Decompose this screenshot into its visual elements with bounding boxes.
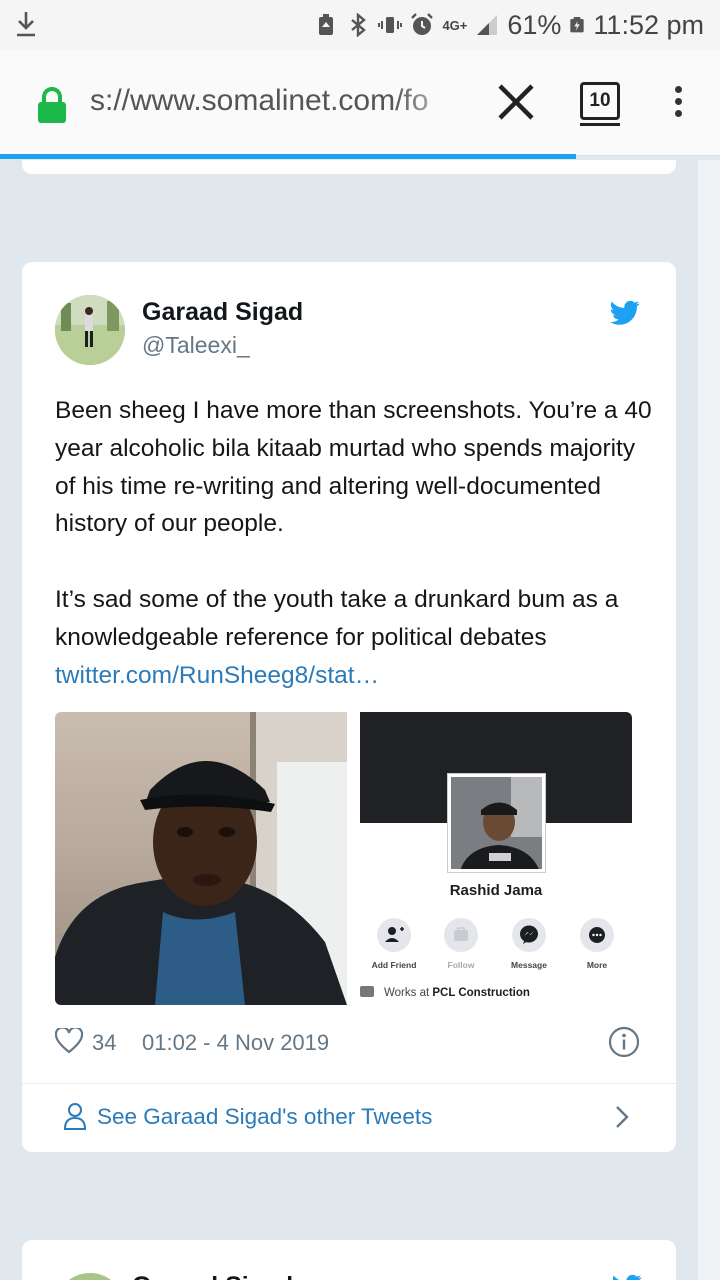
- tweet-card: Garaad Sigad @Taleexi_ Been sheeg I have…: [22, 262, 676, 1152]
- twitter-bird-icon[interactable]: [612, 1274, 642, 1280]
- network-type: 4G+: [442, 17, 468, 33]
- selfie-photo[interactable]: [55, 712, 347, 1005]
- add-friend-action: Add Friend: [364, 918, 424, 970]
- alarm-icon: [411, 13, 434, 35]
- add-friend-label: Add Friend: [371, 960, 417, 970]
- avatar[interactable]: [55, 1273, 125, 1280]
- tweet-media[interactable]: Rashid Jama Add Friend Follow Message Mo…: [55, 712, 632, 1005]
- info-icon[interactable]: [608, 1026, 640, 1058]
- profile-picture: [448, 774, 545, 872]
- follow-label: Follow: [447, 960, 475, 970]
- vibrate-icon: [378, 17, 403, 33]
- follow-action: Follow: [431, 918, 491, 970]
- page-content: Garaad Sigad @Taleexi_ Been sheeg I have…: [0, 160, 720, 1280]
- see-other-tweets-link[interactable]: See Garaad Sigad's other Tweets: [97, 1104, 432, 1130]
- bluetooth-icon: [351, 13, 367, 37]
- download-icon: [17, 12, 35, 37]
- briefcase-icon: [360, 986, 374, 997]
- works-company: PCL Construction: [432, 987, 530, 999]
- previous-tweet-card: [22, 160, 676, 174]
- close-icon[interactable]: [494, 80, 538, 124]
- profile-screenshot[interactable]: Rashid Jama Add Friend Follow Message Mo…: [360, 712, 632, 1005]
- scrollbar[interactable]: [698, 160, 720, 1280]
- tab-count-button[interactable]: 10: [580, 82, 620, 126]
- author-name[interactable]: Garaad Sigad: [132, 1272, 293, 1280]
- profile-name: Rashid Jama: [449, 882, 543, 899]
- avatar[interactable]: [55, 295, 125, 365]
- page-load-progress: [0, 154, 576, 159]
- tweet-timestamp[interactable]: 01:02 - 4 Nov 2019: [142, 1030, 329, 1056]
- battery-saver-icon: [319, 14, 334, 35]
- lock-icon[interactable]: [36, 86, 68, 124]
- next-tweet-card: Garaad Sigad: [22, 1240, 676, 1280]
- more-icon: [589, 927, 605, 943]
- add-friend-icon: [385, 927, 404, 942]
- see-other-tweets-row[interactable]: See Garaad Sigad's other Tweets: [22, 1084, 676, 1152]
- tweet-link[interactable]: twitter.com/RunSheeg8/stat…: [55, 662, 379, 689]
- signal-icon: [477, 15, 498, 35]
- tweet-paragraph-text: It’s sad some of the youth take a drunka…: [55, 585, 619, 651]
- message-action: Message: [499, 918, 559, 970]
- twitter-bird-icon[interactable]: [610, 300, 640, 326]
- more-action: More: [567, 918, 627, 970]
- messenger-icon: [520, 925, 538, 944]
- profile-actions: Add Friend Follow Message More: [360, 918, 632, 974]
- status-bar: 4G+ 61% 11:52 pm: [0, 0, 720, 50]
- battery-icon: [570, 17, 585, 33]
- battery-percent: 61%: [507, 9, 562, 40]
- follow-icon: [454, 927, 468, 941]
- tweet-paragraph: It’s sad some of the youth take a drunka…: [55, 581, 655, 694]
- clock: 11:52 pm: [593, 9, 704, 40]
- tweet-text: Been sheeg I have more than screenshots.…: [55, 392, 655, 694]
- works-prefix: Works at: [384, 987, 433, 999]
- tweet-paragraph: Been sheeg I have more than screenshots.…: [55, 397, 652, 538]
- url-field[interactable]: s://www.somalinet.com/fo: [90, 84, 470, 118]
- like-count[interactable]: 34: [92, 1030, 116, 1056]
- author-handle[interactable]: @Taleexi_: [142, 332, 250, 359]
- author-name[interactable]: Garaad Sigad: [142, 298, 303, 327]
- more-label: More: [586, 960, 608, 970]
- chevron-right-icon[interactable]: [614, 1104, 630, 1130]
- more-options-icon[interactable]: [670, 86, 686, 122]
- browser-toolbar: s://www.somalinet.com/fo 10: [0, 50, 720, 156]
- message-label: Message: [511, 960, 547, 970]
- person-icon: [63, 1103, 87, 1130]
- heart-icon[interactable]: [55, 1028, 83, 1054]
- profile-works-at: Works at PCL Construction: [360, 986, 632, 999]
